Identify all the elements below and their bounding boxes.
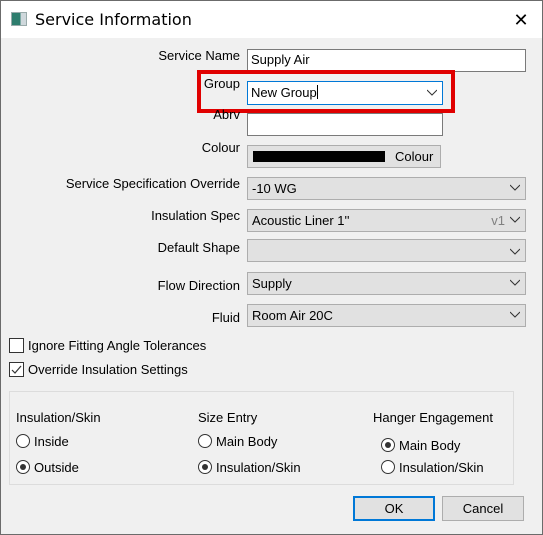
spec-override-value: -10 WG: [252, 181, 297, 196]
hanger-main-body-label: Main Body: [399, 438, 461, 453]
colour-button-label: Colour: [395, 149, 434, 164]
app-window-icon: [11, 12, 27, 26]
insulation-inside-radio[interactable]: [16, 434, 30, 448]
size-main-body-label: Main Body: [216, 434, 278, 449]
chevron-down-icon: [510, 311, 520, 318]
ok-button[interactable]: OK: [353, 496, 435, 521]
insulation-spec-select[interactable]: Acoustic Liner 1'' v1: [247, 209, 526, 232]
insulation-inside-label: Inside: [34, 434, 69, 449]
hanger-insulation-label: Insulation/Skin: [399, 460, 484, 475]
chevron-down-icon: [510, 216, 520, 223]
dialog-window: Service Information ✕ Service Name Suppl…: [0, 0, 543, 535]
ignore-fitting-label: Ignore Fitting Angle Tolerances: [28, 338, 207, 353]
insulation-spec-label: Insulation Spec: [151, 208, 240, 223]
abrv-input[interactable]: [247, 113, 443, 136]
size-entry-title: Size Entry: [198, 410, 258, 425]
size-insulation-radio[interactable]: [198, 460, 212, 474]
service-name-input[interactable]: Supply Air: [247, 49, 526, 72]
override-insulation-checkbox[interactable]: [9, 362, 24, 377]
colour-label: Colour: [201, 140, 240, 155]
dialog-title: Service Information: [35, 10, 192, 29]
checkmark-icon: [11, 365, 22, 374]
chevron-down-icon: [510, 184, 520, 191]
chevron-down-icon: [510, 279, 520, 286]
colour-button[interactable]: Colour: [247, 145, 441, 168]
insulation-skin-title: Insulation/Skin: [16, 410, 101, 425]
close-icon[interactable]: ✕: [501, 7, 541, 33]
colour-swatch: [253, 151, 385, 162]
size-insulation-label: Insulation/Skin: [216, 460, 301, 475]
fluid-value: Room Air 20C: [252, 308, 333, 323]
insulation-spec-value: Acoustic Liner 1'': [252, 213, 350, 228]
hanger-engagement-title: Hanger Engagement: [373, 410, 493, 425]
default-shape-label: Default Shape: [157, 240, 240, 255]
insulation-spec-version: v1: [491, 213, 505, 228]
default-shape-select[interactable]: [247, 239, 526, 262]
fluid-label: Fluid: [211, 310, 240, 325]
insulation-outside-radio[interactable]: [16, 460, 30, 474]
insulation-outside-label: Outside: [34, 460, 79, 475]
flow-direction-select[interactable]: Supply: [247, 272, 526, 295]
override-insulation-label: Override Insulation Settings: [28, 362, 188, 377]
service-name-label: Service Name: [158, 48, 240, 63]
title-bar: Service Information ✕: [1, 1, 542, 38]
cancel-button[interactable]: Cancel: [442, 496, 524, 521]
fluid-select[interactable]: Room Air 20C: [247, 304, 526, 327]
chevron-down-icon: [510, 248, 520, 255]
abrv-label: Abrv: [213, 107, 240, 122]
hanger-insulation-radio[interactable]: [381, 460, 395, 474]
hanger-main-body-radio[interactable]: [381, 438, 395, 452]
flow-direction-value: Supply: [252, 276, 292, 291]
spec-override-label: Service Specification Override: [65, 176, 240, 191]
size-main-body-radio[interactable]: [198, 434, 212, 448]
spec-override-select[interactable]: -10 WG: [247, 177, 526, 200]
flow-direction-label: Flow Direction: [157, 278, 240, 293]
ignore-fitting-checkbox[interactable]: [9, 338, 24, 353]
